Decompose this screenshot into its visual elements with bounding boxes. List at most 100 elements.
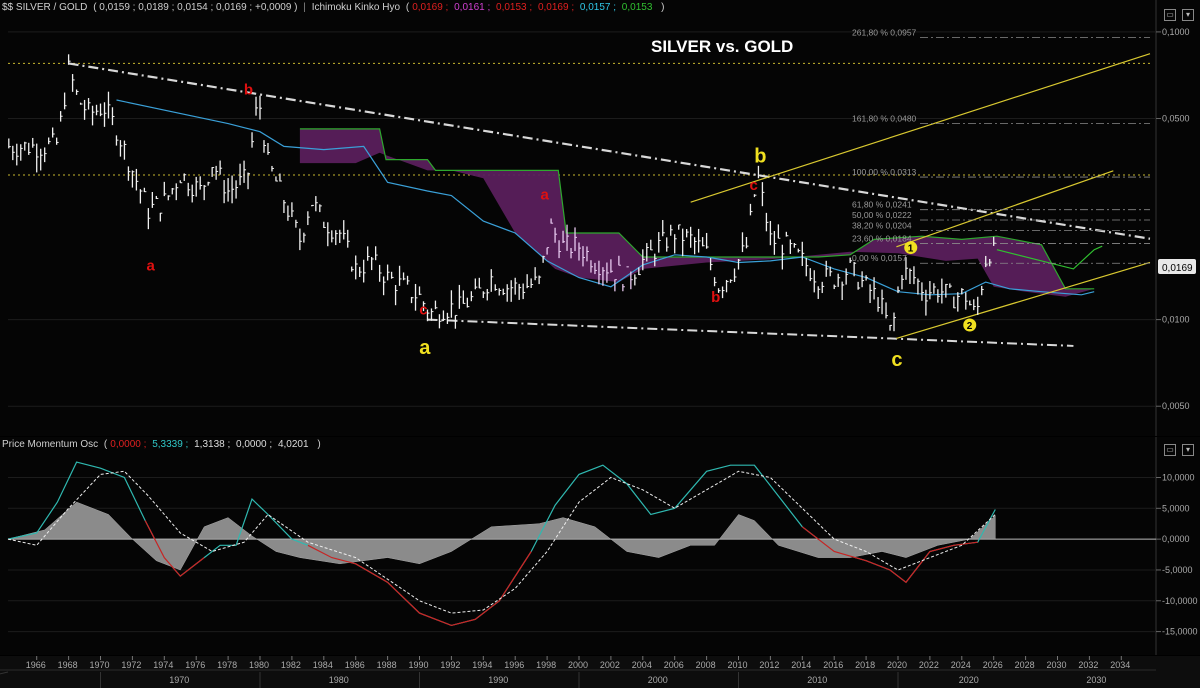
year-tick-label: 1978 (217, 660, 237, 670)
price-tick-label: 0,1000 (1162, 27, 1190, 37)
fib-level-label: 23,60 % 0,0184 (852, 233, 912, 243)
oscillator-svg[interactable]: 10,0000 5,0000 0,0000 -5,0000 -10,0000 -15,00… (0, 437, 1200, 655)
decade-label: 1990 (488, 675, 508, 685)
fib-level-label: 38,20 % 0,0204 (852, 221, 912, 231)
osc-restore-button[interactable]: ▭ (1164, 444, 1176, 456)
year-tick-label: 1988 (377, 660, 397, 670)
year-tick-label: 2010 (727, 660, 747, 670)
fib-level-label: 100,00 % 0,0313 (852, 167, 917, 177)
year-tick-label: 2026 (983, 660, 1003, 670)
osc-tick-label: 0,0000 (1162, 534, 1190, 544)
year-tick-label: 1966 (26, 660, 46, 670)
year-tick-label: 2020 (887, 660, 907, 670)
wave-label: a (419, 337, 431, 359)
year-tick-label: 2002 (600, 660, 620, 670)
year-tick-label: 1996 (504, 660, 524, 670)
year-tick-label: 2022 (919, 660, 939, 670)
year-tick-label: 1970 (90, 660, 110, 670)
osc-indicator-name: Price Momentum Osc (2, 439, 99, 450)
chart-title: SILVER vs. GOLD (651, 37, 793, 56)
wave-label: 2 (967, 321, 973, 332)
collapse-pane-button[interactable]: ▾ (1182, 9, 1194, 21)
osc-tick-label: 5,0000 (1162, 503, 1190, 513)
year-tick-label: 2024 (951, 660, 971, 670)
ohlc-values: ( 0,0159 ; 0,0189 ; 0,0154 ; 0,0169 ; +0… (93, 2, 298, 13)
year-tick-label: 2030 (1046, 660, 1066, 670)
wave-label: c (419, 302, 427, 319)
year-tick-label: 2008 (696, 660, 716, 670)
year-tick-label: 2012 (759, 660, 779, 670)
osc-tick-label: -5,0000 (1162, 565, 1193, 575)
year-tick-label: 1998 (536, 660, 556, 670)
osc-value-0: 0,0000 ; (110, 439, 150, 450)
year-tick-label: 2016 (823, 660, 843, 670)
fib-level-label: 261,80 % 0,0957 (852, 27, 917, 37)
ichimoku-value-4: 0,0157 ; (579, 2, 619, 13)
last-price-label: 0,0169 (1162, 263, 1193, 274)
year-tick-label: 2028 (1015, 660, 1035, 670)
fib-level-label: 61,80 % 0,0241 (852, 200, 912, 210)
fib-level-label: 50,00 % 0,0222 (852, 210, 912, 220)
price-chart-pane[interactable]: 261,80 % 0,0957 161,80 % 0,0480 100,00 % 0… (0, 0, 1200, 436)
decade-label: 2010 (807, 675, 827, 685)
fib-level-label: 161,80 % 0,0480 (852, 114, 917, 124)
ichimoku-value-1: 0,0161 ; (454, 2, 494, 13)
year-tick-label: 1992 (440, 660, 460, 670)
year-tick-label: 1986 (345, 660, 365, 670)
indicator-name: Ichimoku Kinko Hyo (311, 2, 401, 13)
price-tick-label: 0,0050 (1162, 401, 1190, 411)
year-tick-label: 2034 (1110, 660, 1130, 670)
osc-collapse-button[interactable]: ▾ (1182, 444, 1194, 456)
wave-label: a (147, 258, 156, 275)
year-tick-label: 1968 (58, 660, 78, 670)
decade-separator (0, 671, 9, 675)
wave-label: b (244, 82, 253, 99)
restore-window-button[interactable]: ▭ (1164, 9, 1176, 21)
oscillator-pane[interactable]: 10,0000 5,0000 0,0000 -5,0000 -10,0000 -15,00… (0, 437, 1200, 655)
decade-label: 2030 (1086, 675, 1106, 685)
osc-values: 0,0000 ; 5,3339 ; 1,3138 ; 0,0000 ; 4,02… (110, 439, 314, 450)
decade-label: 2020 (959, 675, 979, 685)
wave-label: a (541, 186, 550, 203)
price-tick-label: 0,0500 (1162, 114, 1190, 124)
osc-value-1: 5,3339 ; (152, 439, 192, 450)
year-tick-label: 2004 (632, 660, 652, 670)
year-tick-label: 1984 (313, 660, 333, 670)
year-tick-label: 1994 (472, 660, 492, 670)
wave-label: b (711, 289, 720, 306)
year-tick-label: 1976 (185, 660, 205, 670)
osc-tick-label: 10,0000 (1162, 472, 1195, 482)
year-tick-label: 2014 (791, 660, 811, 670)
year-tick-label: 2032 (1078, 660, 1098, 670)
osc-value-2: 1,3138 ; (194, 439, 234, 450)
wave-label: b (754, 145, 766, 167)
osc-header: Price Momentum Osc (0,0000 ; 5,3339 ; 1,… (2, 439, 321, 450)
year-tick-label: 1974 (153, 660, 173, 670)
last-price-marker: 0,0169 (1158, 259, 1196, 274)
decade-label: 1970 (169, 675, 189, 685)
ichimoku-value-5: 0,0153 (621, 2, 656, 13)
year-tick-label: 2018 (855, 660, 875, 670)
wave-label: 1 (908, 244, 914, 255)
price-chart-header: $$ SILVER / GOLD ( 0,0159 ; 0,0189 ; 0,0… (2, 2, 665, 13)
wave-label: c (749, 177, 757, 194)
year-tick-label: 1982 (281, 660, 301, 670)
ichimoku-value-0: 0,0169 ; (412, 2, 452, 13)
wave-label: c (891, 349, 902, 371)
ichimoku-value-3: 0,0169 ; (537, 2, 577, 13)
ichimoku-value-2: 0,0153 ; (496, 2, 535, 13)
year-tick-label: 1990 (409, 660, 429, 670)
decade-label: 2000 (648, 675, 668, 685)
year-tick-label: 1980 (249, 660, 269, 670)
osc-value-3: 0,0000 ; (236, 439, 275, 450)
time-axis[interactable]: 1966 1968 1970 1972 1974 1976 1978 1980 1982 1984… (0, 656, 1200, 688)
year-tick-label: 1972 (121, 660, 141, 670)
decade-label: 1980 (329, 675, 349, 685)
year-tick-label: 2006 (664, 660, 684, 670)
symbol-label: $$ SILVER / GOLD (2, 2, 88, 13)
price-tick-label: 0,0100 (1162, 315, 1190, 325)
price-chart-svg[interactable]: 261,80 % 0,0957 161,80 % 0,0480 100,00 % 0… (0, 0, 1200, 436)
year-tick-label: 2000 (568, 660, 588, 670)
osc-value-4: 4,0201 (277, 439, 312, 450)
osc-tick-label: -10,0000 (1162, 596, 1198, 606)
